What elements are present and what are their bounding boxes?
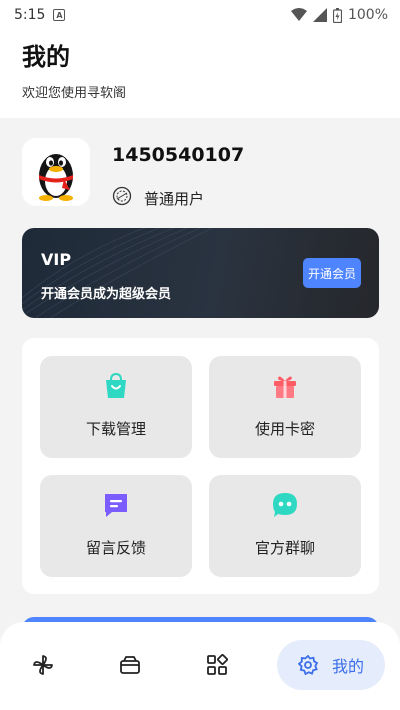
use-card-key-tile[interactable]: 使用卡密 bbox=[209, 356, 361, 458]
apps-icon bbox=[207, 654, 228, 675]
nav-apps[interactable] bbox=[194, 640, 240, 690]
status-indicators: 100% bbox=[290, 7, 388, 23]
signal-icon bbox=[312, 8, 327, 22]
download-manager-label: 下载管理 bbox=[85, 420, 146, 438]
user-level-icon bbox=[112, 186, 132, 210]
feedback-tile[interactable]: 留言反馈 bbox=[40, 475, 192, 577]
use-card-key-label: 使用卡密 bbox=[254, 420, 315, 438]
page-header: 我的 欢迎您使用寻软阁 bbox=[0, 30, 400, 118]
download-manager-tile[interactable]: 下载管理 bbox=[40, 356, 192, 458]
open-vip-button[interactable]: 开通会员 bbox=[303, 258, 361, 288]
official-group-label: 官方群聊 bbox=[254, 539, 315, 557]
shopping-bag-icon bbox=[106, 372, 126, 398]
user-type-row: 普通用户 bbox=[112, 186, 204, 210]
box-icon bbox=[120, 656, 140, 674]
vip-title: VIP bbox=[41, 250, 72, 269]
page-title: 我的 bbox=[22, 43, 70, 71]
settings-gear-icon bbox=[297, 655, 318, 675]
notification-icon: A bbox=[53, 9, 66, 21]
profile-section: 1450540107 普通用户 bbox=[22, 138, 382, 210]
pinwheel-icon bbox=[33, 655, 53, 675]
wifi-icon bbox=[290, 8, 307, 22]
feedback-label: 留言反馈 bbox=[85, 539, 146, 557]
message-icon bbox=[105, 494, 127, 517]
battery-level: 100% bbox=[347, 7, 388, 23]
chat-group-icon bbox=[273, 493, 297, 517]
vip-description: 开通会员成为超级会员 bbox=[41, 287, 172, 302]
gift-icon bbox=[274, 376, 296, 398]
qq-penguin-icon bbox=[39, 154, 73, 201]
user-type-label: 普通用户 bbox=[144, 189, 205, 208]
page-subtitle: 欢迎您使用寻软阁 bbox=[22, 86, 127, 101]
nav-mine-label: 我的 bbox=[331, 657, 364, 676]
avatar[interactable] bbox=[22, 138, 90, 206]
user-id: 1450540107 bbox=[112, 144, 245, 166]
vip-card[interactable]: VIP 开通会员成为超级会员 开通会员 bbox=[22, 228, 379, 318]
nav-box[interactable] bbox=[107, 640, 153, 690]
bottom-nav: 我的 bbox=[0, 622, 400, 710]
status-time: 5:15 bbox=[14, 7, 46, 23]
battery-icon bbox=[332, 7, 342, 23]
nav-mine[interactable]: 我的 bbox=[277, 640, 385, 690]
official-group-tile[interactable]: 官方群聊 bbox=[209, 475, 361, 577]
nav-home[interactable] bbox=[20, 640, 66, 690]
menu-panel: 下载管理 使用卡密 留言反馈 官方群聊 bbox=[22, 338, 379, 594]
status-bar: 5:15 A 100% bbox=[0, 0, 400, 30]
